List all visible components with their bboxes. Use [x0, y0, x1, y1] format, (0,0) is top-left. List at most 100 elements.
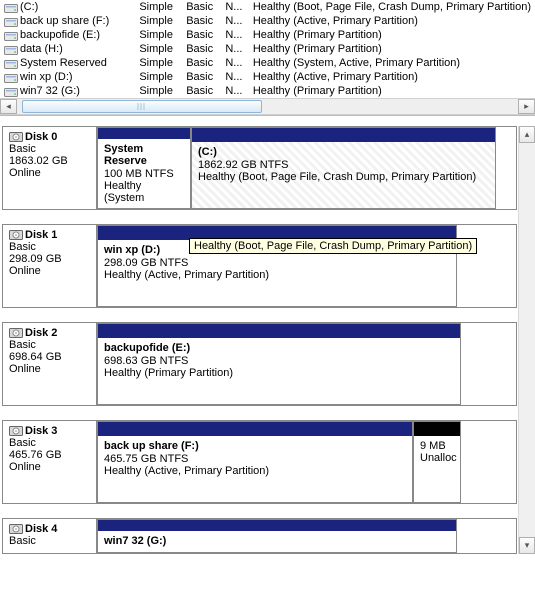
volume-status: Healthy (Active, Primary Partition) [249, 70, 535, 84]
partition-header-bar [98, 520, 456, 531]
scroll-thumb[interactable] [22, 100, 262, 113]
table-row[interactable]: back up share (F:)SimpleBasicN...Healthy… [0, 14, 535, 28]
disk-row[interactable]: Disk 4Basicwin7 32 (G:) [2, 518, 517, 554]
table-row[interactable]: data (H:) SimpleBasicN...Healthy (Primary… [0, 42, 535, 56]
volume-name: backupofide (E:) [20, 29, 100, 41]
disk-partitions: win xp (D:)298.09 GB NTFSHealthy (Active… [97, 225, 516, 307]
drive-icon [4, 2, 18, 13]
scroll-right-arrow[interactable]: ▸ [518, 99, 535, 114]
scroll-track[interactable] [17, 99, 518, 114]
table-row[interactable]: (C:) SimpleBasicN...Healthy (Boot, Page F… [0, 0, 535, 14]
volume-type: Basic [182, 28, 221, 42]
disk-partitions: win7 32 (G:) [97, 519, 516, 553]
volume-status: Healthy (Primary Partition) [249, 28, 535, 42]
partition-header-bar [98, 422, 412, 436]
partition-status: Healthy (Boot, Page File, Crash Dump, Pr… [198, 171, 489, 183]
disk-type: Basic [9, 143, 90, 155]
partition-title: backupofide (E:) [104, 342, 454, 354]
disk-name: Disk 4 [25, 523, 57, 535]
partition[interactable]: (C:)1862.92 GB NTFSHealthy (Boot, Page F… [191, 127, 496, 209]
volume-filesystem: N... [221, 56, 249, 70]
drive-icon [4, 16, 18, 27]
disk-name: Disk 0 [25, 131, 57, 143]
disk-icon [9, 229, 23, 241]
table-row[interactable]: backupofide (E:)SimpleBasicN...Healthy (… [0, 28, 535, 42]
volume-name: data (H:) [20, 43, 63, 55]
volume-status: Healthy (Boot, Page File, Crash Dump, Pr… [249, 0, 535, 14]
partition-subtitle: 698.63 GB NTFS [104, 355, 454, 367]
vertical-scrollbar[interactable]: ▴ ▾ [518, 126, 535, 554]
volume-filesystem: N... [221, 42, 249, 56]
partition[interactable]: win7 32 (G:) [97, 519, 457, 553]
disk-icon [9, 327, 23, 339]
volume-layout: Simple [135, 42, 182, 56]
volume-type: Basic [182, 84, 221, 98]
partition-header-bar [192, 128, 495, 142]
disk-partitions: System Reserve100 MB NTFSHealthy (System… [97, 127, 516, 209]
partition-title: back up share (F:) [104, 440, 406, 452]
table-row[interactable]: win xp (D:)SimpleBasicN...Healthy (Activ… [0, 70, 535, 84]
volume-layout: Simple [135, 28, 182, 42]
volume-filesystem: N... [221, 0, 249, 14]
partition-status: Healthy (Active, Primary Partition) [104, 465, 406, 477]
volume-type: Basic [182, 14, 221, 28]
partition-status: Healthy (Active, Primary Partition) [104, 269, 450, 281]
volume-name: (C:) [20, 1, 38, 13]
partition-title: System Reserve [104, 143, 184, 167]
disk-type: Basic [9, 535, 90, 547]
disk-label-panel[interactable]: Disk 2Basic698.64 GBOnline [3, 323, 97, 405]
table-row[interactable]: System ReservedSimpleBasicN...Healthy (S… [0, 56, 535, 70]
scroll-down-arrow[interactable]: ▾ [519, 537, 535, 554]
disk-label-panel[interactable]: Disk 3Basic465.76 GBOnline [3, 421, 97, 503]
disk-name: Disk 1 [25, 229, 57, 241]
disk-row[interactable]: Disk 2Basic698.64 GBOnlinebackupofide (E… [2, 322, 517, 406]
partition[interactable]: System Reserve100 MB NTFSHealthy (System [97, 127, 191, 209]
disk-row[interactable]: Disk 3Basic465.76 GBOnlineback up share … [2, 420, 517, 504]
scroll-up-arrow[interactable]: ▴ [519, 126, 535, 143]
disk-type: Basic [9, 437, 90, 449]
partition-status: Healthy (System [104, 180, 184, 204]
volume-type: Basic [182, 42, 221, 56]
disk-state: Online [9, 265, 90, 277]
drive-icon [4, 30, 18, 41]
volume-layout: Simple [135, 56, 182, 70]
disk-partitions: back up share (F:)465.75 GB NTFSHealthy … [97, 421, 516, 503]
disk-graphical-view: ▴ ▾ Disk 0Basic1863.02 GBOnlineSystem Re… [0, 115, 535, 554]
table-row[interactable]: win7 32 (G:)SimpleBasicN...Healthy (Prim… [0, 84, 535, 98]
volume-type: Basic [182, 56, 221, 70]
volume-type: Basic [182, 0, 221, 14]
partition-header-bar [414, 422, 460, 436]
disk-state: Online [9, 461, 90, 473]
partition-header-bar [98, 324, 460, 338]
partition[interactable]: back up share (F:)465.75 GB NTFSHealthy … [97, 421, 413, 503]
partition-size: 9 MB [420, 440, 454, 452]
scroll-track-v[interactable] [519, 143, 535, 537]
partition-header-bar [98, 128, 190, 139]
horizontal-scrollbar[interactable]: ◂ ▸ [0, 98, 535, 115]
tooltip: Healthy (Boot, Page File, Crash Dump, Pr… [189, 238, 477, 254]
partition-unallocated-label: Unalloc [420, 452, 454, 464]
disk-row[interactable]: Disk 0Basic1863.02 GBOnlineSystem Reserv… [2, 126, 517, 210]
volume-status: Healthy (Primary Partition) [249, 42, 535, 56]
volume-filesystem: N... [221, 14, 249, 28]
disk-label-panel[interactable]: Disk 1Basic298.09 GBOnline [3, 225, 97, 307]
disk-label-panel[interactable]: Disk 0Basic1863.02 GBOnline [3, 127, 97, 209]
partition-status: Healthy (Primary Partition) [104, 367, 454, 379]
volume-layout: Simple [135, 70, 182, 84]
disk-label-panel[interactable]: Disk 4Basic [3, 519, 97, 553]
scroll-left-arrow[interactable]: ◂ [0, 99, 17, 114]
volume-layout: Simple [135, 0, 182, 14]
volume-name: win xp (D:) [20, 71, 73, 83]
partition[interactable]: 9 MBUnalloc [413, 421, 461, 503]
volume-filesystem: N... [221, 84, 249, 98]
partition[interactable]: backupofide (E:)698.63 GB NTFSHealthy (P… [97, 323, 461, 405]
volume-table[interactable]: (C:)SimpleBasicN...Healthy (Boot, Page F… [0, 0, 535, 98]
volume-name: win7 32 (G:) [20, 85, 80, 97]
volume-name: back up share (F:) [20, 15, 109, 27]
disk-type: Basic [9, 241, 90, 253]
disk-state: Online [9, 363, 90, 375]
drive-icon [4, 72, 18, 83]
disk-row[interactable]: Disk 1Basic298.09 GBOnlinewin xp (D:)298… [2, 224, 517, 308]
disk-name: Disk 2 [25, 327, 57, 339]
partition-subtitle: 100 MB NTFS [104, 168, 184, 180]
